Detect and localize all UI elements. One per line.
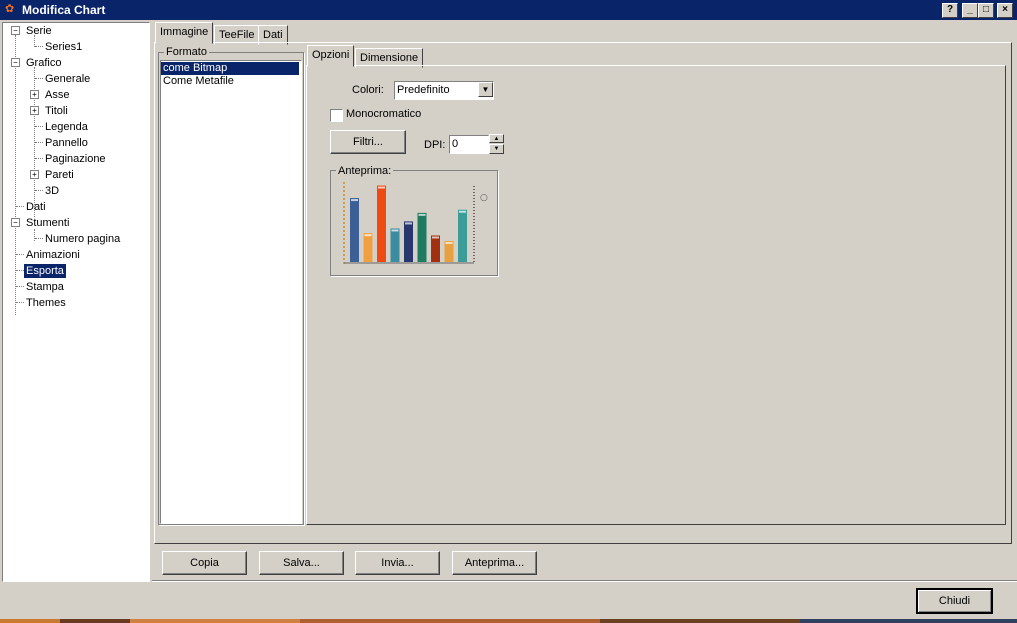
tree-item-paginazione[interactable]: Paginazione	[43, 152, 108, 166]
tree-item-asse[interactable]: Asse	[43, 88, 71, 102]
preview-bar-highlight	[364, 234, 372, 237]
tree-item-legenda[interactable]: Legenda	[43, 120, 90, 134]
tree-item-stumenti[interactable]: Stumenti	[24, 216, 71, 230]
anteprima-button[interactable]: Anteprima...	[452, 551, 537, 575]
divider	[152, 580, 1017, 582]
tree-item-titoli[interactable]: Titoli	[43, 104, 70, 118]
expand-icon[interactable]: +	[30, 90, 39, 99]
tree-item-3d[interactable]: 3D	[43, 184, 61, 198]
preview-bar	[458, 209, 467, 262]
preview-bar	[431, 235, 440, 262]
invia-button[interactable]: Invia...	[355, 551, 440, 575]
tree-item-animazioni[interactable]: Animazioni	[24, 248, 82, 262]
main-tab-strip: Immagine TeeFile Dati	[155, 22, 1017, 45]
tree-view[interactable]: − Serie Series1 − Grafico Generale + Ass…	[2, 22, 150, 582]
dpi-spin-up[interactable]: ▲	[489, 134, 504, 143]
tree-item-grafico[interactable]: Grafico	[24, 56, 63, 70]
copia-button[interactable]: Copia	[162, 551, 247, 575]
expand-icon[interactable]: +	[30, 106, 39, 115]
taskbar-strip	[0, 619, 1017, 623]
minimize-button[interactable]: _	[962, 3, 978, 18]
colori-value: Predefinito	[397, 84, 450, 96]
dpi-spin-down[interactable]: ▼	[489, 144, 504, 154]
opzioni-panel	[306, 65, 1006, 525]
salva-button[interactable]: Salva...	[259, 551, 344, 575]
help-button[interactable]: ?	[942, 3, 958, 18]
tree-item-generale[interactable]: Generale	[43, 72, 92, 86]
tree-item-pannello[interactable]: Pannello	[43, 136, 90, 150]
tab-opzioni[interactable]: Opzioni	[307, 45, 355, 67]
maximize-button[interactable]: □	[978, 3, 994, 18]
tree-item-stampa[interactable]: Stampa	[24, 280, 66, 294]
collapse-icon[interactable]: −	[11, 218, 20, 227]
preview-bar	[417, 212, 427, 262]
tab-immagine[interactable]: Immagine	[155, 22, 214, 44]
preview-bar-highlight	[432, 236, 439, 239]
collapse-icon[interactable]: −	[11, 26, 20, 35]
chiudi-button[interactable]: Chiudi	[916, 588, 993, 614]
title-bar: ✿ Modifica Chart ? _ □ ×	[0, 0, 1017, 20]
tree-item-esporta[interactable]: Esporta	[24, 264, 66, 278]
preview-bar	[390, 228, 400, 262]
expand-icon[interactable]: +	[30, 170, 39, 179]
monocromatico-label[interactable]: Monocromatico	[346, 108, 421, 120]
filtri-button[interactable]: Filtri...	[330, 130, 406, 154]
monocromatico-checkbox[interactable]	[330, 109, 343, 122]
collapse-icon[interactable]: −	[11, 58, 20, 67]
sub-tab-strip: Opzioni Dimensione	[307, 45, 1007, 68]
preview-bar	[404, 221, 413, 262]
colori-label: Colori:	[352, 84, 384, 96]
preview-bar-highlight	[351, 199, 358, 202]
formato-label: Formato	[164, 46, 209, 58]
dpi-value: 0	[452, 138, 459, 150]
app-icon: ✿	[5, 3, 15, 15]
preview-bar	[363, 233, 373, 262]
list-item-bitmap[interactable]: come Bitmap	[161, 62, 299, 75]
preview-bar-highlight	[378, 186, 385, 189]
preview-bar-highlight	[418, 213, 426, 216]
preview-bar	[377, 185, 386, 262]
preview-chart: ○	[343, 182, 488, 264]
colori-select[interactable]: Predefinito ▼	[394, 81, 494, 100]
preview-bar-highlight	[405, 222, 412, 225]
dpi-input[interactable]: 0	[449, 135, 489, 154]
tree-item-numero-pagina[interactable]: Numero pagina	[43, 232, 122, 246]
list-item-metafile[interactable]: Come Metafile	[163, 75, 234, 88]
window-title: Modifica Chart	[22, 3, 106, 17]
tree-item-serie[interactable]: Serie	[24, 24, 54, 38]
anteprima-label: Anteprima:	[336, 165, 394, 177]
preview-legend-glyph: ○	[480, 193, 488, 203]
preview-bar	[350, 198, 359, 262]
chevron-down-icon[interactable]: ▼	[478, 82, 493, 97]
preview-bar-highlight	[445, 241, 453, 244]
tree-item-pareti[interactable]: Pareti	[43, 168, 76, 182]
preview-bar-highlight	[391, 229, 399, 232]
tree-item-dati[interactable]: Dati	[24, 200, 48, 214]
tree-item-themes[interactable]: Themes	[24, 296, 68, 310]
close-window-button[interactable]: ×	[997, 3, 1013, 18]
dpi-label: DPI:	[424, 139, 446, 151]
tree-item-series1[interactable]: Series1	[43, 40, 84, 54]
preview-bar	[444, 240, 454, 262]
preview-bar-highlight	[459, 210, 466, 213]
formato-list[interactable]: come Bitmap Come Metafile	[160, 60, 302, 524]
